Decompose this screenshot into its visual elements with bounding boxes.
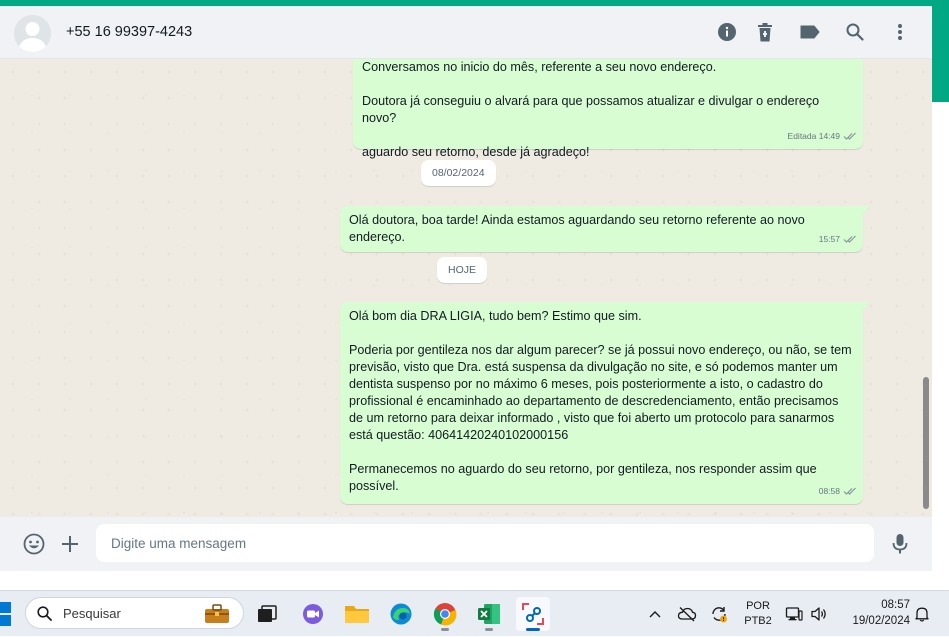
windows-logo-icon [0,602,11,626]
bell-icon [915,607,929,622]
app-side-accent-bar [932,0,949,102]
taskbar-excel[interactable] [472,597,506,631]
message-input[interactable] [96,524,874,562]
taskbar-edge[interactable] [384,597,418,631]
edge-browser-icon [390,603,412,625]
notifications-button[interactable] [912,591,932,637]
microphone-icon[interactable] [888,532,912,556]
onedrive-status[interactable] [676,591,698,637]
info-icon[interactable] [715,20,739,44]
trash-icon[interactable] [753,20,777,44]
outgoing-message[interactable]: Olá bom dia DRA LIGIA, tudo bem? Estimo … [340,302,870,504]
clock-time: 08:57 [881,599,910,611]
plus-icon[interactable] [58,532,82,556]
double-check-icon [843,132,856,140]
message-time: 15:57 [818,234,840,244]
windows-taskbar: Pesquisar POR PTB2 08:57 19/02/2024 [0,590,949,636]
start-button[interactable] [0,602,12,626]
active-indicator [526,628,540,631]
folder-icon [345,606,369,623]
keyboard-layout: PTB2 [744,615,772,627]
message-meta: Editada 14:49 [788,128,857,145]
outgoing-message[interactable]: Conversamos no inicio do mês, referente … [353,59,863,159]
whatsapp-chat-window: +55 16 99397-4243 Conversamos no inicio … [0,6,932,571]
snipping-tool-icon [522,603,544,625]
chevron-up-icon [649,611,661,618]
search-icon [37,606,52,621]
cloud-offline-icon [677,607,697,622]
video-chat-icon [303,604,323,624]
bubble-tail [862,302,870,311]
scrollbar-thumb[interactable] [923,377,929,509]
page-background [932,102,949,590]
excel-icon [478,604,500,624]
task-view-icon [258,605,277,622]
more-vertical-icon[interactable] [888,20,912,44]
message-meta: 08:58 [819,483,857,500]
taskbar-snipping-tool[interactable] [516,597,550,631]
label-icon[interactable] [798,20,822,44]
chrome-browser-icon [433,603,457,626]
message-paragraph: Doutora já conseguiu o alvará para que p… [362,94,823,125]
default-avatar-icon [14,15,51,52]
taskbar-search-placeholder: Pesquisar [63,606,121,621]
contact-avatar[interactable] [14,15,51,52]
network-status[interactable] [784,591,804,637]
emoji-icon[interactable] [22,532,46,556]
input-language-indicator[interactable]: POR PTB2 [740,599,776,629]
running-indicator [485,628,493,631]
message-paragraph: Conversamos no inicio do mês, referente … [362,60,717,74]
taskbar-search-box[interactable]: Pesquisar [25,597,244,629]
language-code: POR [746,600,770,612]
message-paragraph: Olá doutora, boa tarde! Ainda estamos ag… [349,213,809,244]
outgoing-message[interactable]: Olá doutora, boa tarde! Ainda estamos ag… [340,206,870,252]
message-paragraph: aguardo seu retorno, desde já agradeço! [362,145,590,159]
clock-date: 19/02/2024 [852,615,910,627]
taskbar-chrome[interactable] [428,597,462,631]
search-icon[interactable] [843,20,867,44]
double-check-icon [843,235,856,243]
volume-control[interactable] [808,591,830,637]
show-hidden-icons-button[interactable] [645,591,665,637]
message-meta: 15:57 [819,231,857,248]
system-clock[interactable]: 08:57 19/02/2024 [838,597,910,629]
message-paragraph: Olá bom dia DRA LIGIA, tudo bem? Estimo … [349,309,642,323]
chat-scrollbar[interactable] [921,59,932,517]
taskbar-meet[interactable] [296,597,330,631]
sync-warning-icon [712,607,727,623]
briefcase-icon [205,604,229,623]
message-time: Editada 14:49 [787,131,840,141]
message-list[interactable]: Conversamos no inicio do mês, referente … [0,59,932,517]
message-composer [0,517,932,571]
message-time: 08:58 [818,486,840,496]
network-icon [785,607,803,621]
double-check-icon [843,487,856,495]
date-separator: 08/02/2024 [421,160,496,186]
taskbar-file-explorer[interactable] [340,597,374,631]
date-separator: HOJE [437,257,488,283]
running-indicator [441,628,449,631]
message-paragraph: Poderia por gentileza nos dar algum pare… [349,343,856,442]
chat-header: +55 16 99397-4243 [0,6,932,59]
taskbar-task-view[interactable] [250,597,284,631]
message-paragraph: Permanecemos no aguardo do seu retorno, … [349,462,821,493]
bubble-tail [862,206,870,215]
contact-name[interactable]: +55 16 99397-4243 [66,24,192,40]
speaker-icon [811,607,826,621]
sync-status[interactable] [708,591,730,637]
